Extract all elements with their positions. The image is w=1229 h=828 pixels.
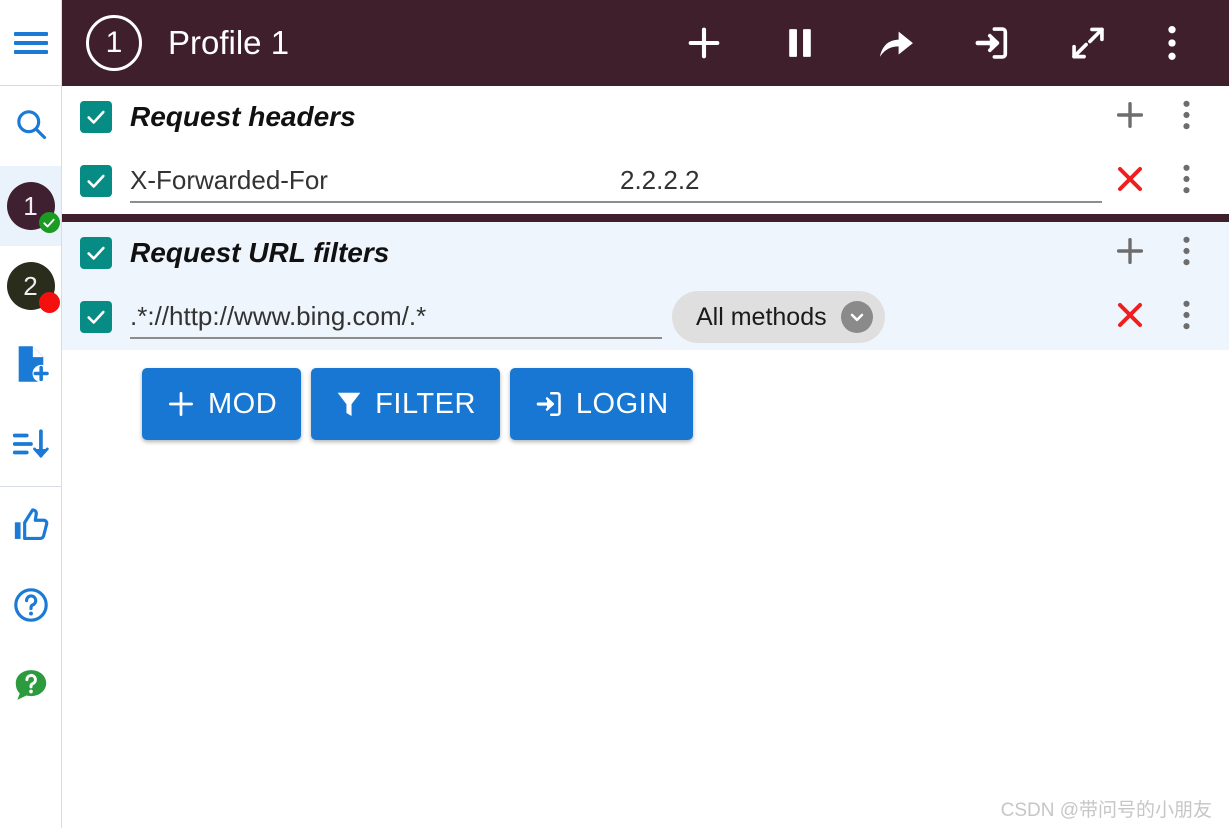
chevron-down-icon (840, 301, 873, 333)
sidebar: 1 2 (0, 0, 62, 828)
status-active-icon (38, 212, 60, 233)
login-icon (534, 389, 564, 419)
hamburger-menu-button[interactable] (0, 0, 61, 86)
more-vertical-icon (1182, 99, 1191, 136)
section-header-actions (1102, 89, 1214, 145)
sidebar-item-rate[interactable] (0, 487, 61, 567)
more-vertical-icon (1182, 299, 1191, 336)
share-arrow-icon (876, 24, 916, 62)
titlebar: 1 Profile 1 (62, 0, 1229, 86)
section-request-headers: Request headers X-Forwarded-For 2.2.2.2 (62, 86, 1229, 214)
pause-icon (783, 25, 817, 61)
sidebar-item-sort-list[interactable] (0, 406, 61, 486)
profile-badge: 2 (6, 262, 60, 313)
add-filter-button-label: FILTER (375, 387, 476, 420)
method-select[interactable]: All methods (672, 291, 885, 343)
section-more-button[interactable] (1158, 89, 1214, 145)
section-enabled-checkbox[interactable] (80, 101, 112, 133)
sidebar-item-profile-1[interactable]: 1 (0, 166, 61, 246)
share-button[interactable] (848, 0, 944, 86)
page-title: Profile 1 (168, 24, 290, 61)
file-add-icon (12, 344, 50, 389)
add-button[interactable] (656, 0, 752, 86)
row-enabled-checkbox[interactable] (80, 165, 112, 197)
url-pattern-input[interactable]: .*://http://www.bing.com/.* (130, 295, 662, 339)
section-header: Request headers (62, 86, 1229, 148)
status-paused-icon (38, 292, 60, 313)
close-x-icon (1114, 299, 1146, 336)
expand-diagonal-icon (1069, 24, 1107, 62)
section-title: Request URL filters (130, 237, 390, 268)
search-icon (13, 106, 49, 147)
main-panel: 1 Profile 1 Request headers X-Forwarded-… (62, 0, 1229, 828)
pause-button[interactable] (752, 0, 848, 86)
delete-row-button[interactable] (1102, 153, 1158, 209)
filter-row: .*://http://www.bing.com/.* All methods (62, 284, 1229, 350)
row-enabled-checkbox[interactable] (80, 301, 112, 333)
method-select-label: All methods (696, 302, 827, 331)
header-name-input[interactable]: X-Forwarded-For (130, 159, 620, 203)
action-buttons: MOD FILTER LOGIN (62, 350, 1229, 440)
add-mod-button[interactable]: MOD (142, 368, 302, 440)
section-header: Request URL filters (62, 222, 1229, 284)
more-vertical-icon (1182, 163, 1191, 200)
chat-question-icon (12, 666, 50, 709)
header-row-actions (1102, 153, 1214, 209)
sidebar-item-faq[interactable] (0, 647, 61, 727)
app-root: 1 2 1 Profile 1 Request headers X-Forwar… (0, 0, 1229, 828)
section-enabled-checkbox[interactable] (80, 237, 112, 269)
row-more-button[interactable] (1158, 153, 1214, 209)
section-header-actions (1102, 225, 1214, 281)
section-request-url-filters: Request URL filters .*://http://www.bing… (62, 222, 1229, 350)
add-mod-button-label: MOD (208, 387, 278, 420)
profile-badge-label: 2 (23, 270, 38, 301)
section-add-button[interactable] (1102, 225, 1158, 281)
plus-icon (1113, 98, 1147, 137)
header-row: X-Forwarded-For 2.2.2.2 (62, 148, 1229, 214)
add-login-button-label: LOGIN (575, 387, 669, 420)
sidebar-item-new-profile[interactable] (0, 326, 61, 406)
add-login-button[interactable]: LOGIN (509, 368, 693, 440)
thumbs-up-icon (12, 506, 50, 549)
sidebar-item-profile-2[interactable]: 2 (0, 246, 61, 326)
more-button[interactable] (1136, 0, 1208, 86)
expand-button[interactable] (1040, 0, 1136, 86)
sidebar-item-help[interactable] (0, 567, 61, 647)
row-more-button[interactable] (1158, 289, 1214, 345)
filter-row-actions (1102, 289, 1214, 345)
close-x-icon (1114, 163, 1146, 200)
profile-number-label: 1 (105, 26, 123, 59)
section-divider (62, 214, 1229, 222)
profile-badge: 1 (6, 182, 60, 233)
section-add-button[interactable] (1102, 89, 1158, 145)
more-vertical-icon (1167, 24, 1177, 62)
profile-number-badge: 1 (86, 15, 142, 71)
delete-row-button[interactable] (1102, 289, 1158, 345)
funnel-icon (335, 389, 363, 419)
add-filter-button[interactable]: FILTER (311, 368, 500, 440)
sidebar-item-search[interactable] (0, 86, 61, 166)
sort-descending-icon (12, 427, 50, 466)
section-more-button[interactable] (1158, 225, 1214, 281)
more-vertical-icon (1182, 235, 1191, 272)
plus-icon (166, 389, 196, 419)
profile-badge-label: 1 (23, 190, 38, 221)
plus-icon (1113, 234, 1147, 273)
login-icon (973, 24, 1011, 62)
plus-icon (685, 24, 723, 62)
help-circle-icon (12, 586, 50, 629)
header-value-input[interactable]: 2.2.2.2 (620, 159, 1102, 203)
titlebar-actions (656, 0, 1208, 86)
watermark: CSDN @带问号的小朋友 (1000, 800, 1212, 821)
section-title: Request headers (130, 101, 356, 132)
hamburger-menu-icon (13, 31, 48, 54)
login-button[interactable] (944, 0, 1040, 86)
